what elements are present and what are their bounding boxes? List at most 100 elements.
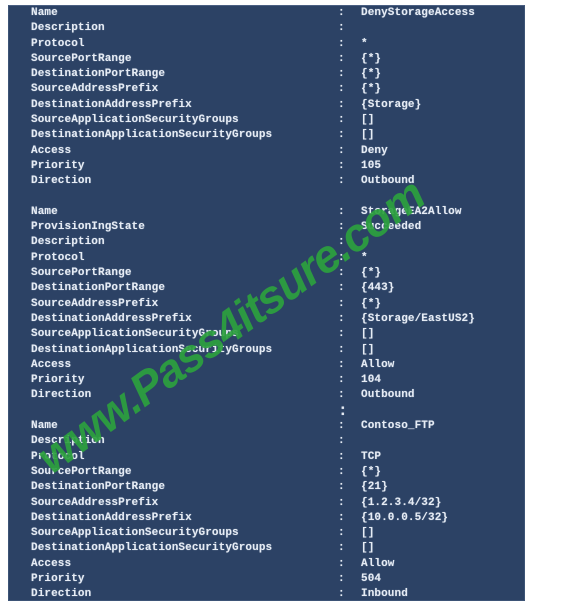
rule-separator-row xyxy=(9,190,524,205)
property-label: Direction xyxy=(31,588,92,601)
property-label: Description xyxy=(31,236,105,249)
separator-colon: : xyxy=(338,205,345,218)
separator-colon: : xyxy=(338,297,345,310)
property-label: DestinationPortRange xyxy=(31,282,166,295)
property-label: Priority xyxy=(31,374,85,387)
separator-colon: : xyxy=(338,114,345,127)
property-row: Access: Deny xyxy=(9,144,524,159)
property-value: {10.0.0.5/32} xyxy=(361,511,449,524)
property-row: Name: DenyStorageAccess xyxy=(9,6,524,21)
property-value: {*} xyxy=(361,83,382,96)
property-row: DestinationAddressPrefix: {10.0.0.5/32} xyxy=(9,511,524,526)
property-row: DestinationAddressPrefix: {Storage} xyxy=(9,98,524,113)
property-label: Access xyxy=(31,358,72,371)
powershell-console-panel[interactable]: Name: DenyStorageAccess Description: Protoc… xyxy=(8,5,525,601)
property-row: DestinationPortRange: {21} xyxy=(9,480,524,495)
separator-colon: : xyxy=(338,68,345,81)
separator-colon: : xyxy=(338,450,345,463)
separator-colon: : xyxy=(338,511,345,524)
separator-colon: : xyxy=(338,221,345,234)
property-value: DenyStorageAccess xyxy=(361,7,475,19)
separator-colon: : xyxy=(338,572,345,585)
property-value: [] xyxy=(361,343,375,356)
separator-colon: : xyxy=(338,358,345,371)
property-value: StorageEA2Allow xyxy=(361,205,462,218)
property-row: Description: xyxy=(9,235,524,250)
separator-colon: : xyxy=(338,420,345,433)
separator-colon: : xyxy=(338,328,345,341)
separator-colon: : xyxy=(338,98,345,111)
property-label: SourceApplicationSecurityGroups xyxy=(31,328,239,341)
property-row: Description: xyxy=(9,434,524,449)
property-value: Allow xyxy=(361,557,395,570)
property-value: 105 xyxy=(361,159,382,172)
property-row: Priority: 104 xyxy=(9,373,524,388)
property-label: Direction xyxy=(31,389,92,402)
property-row: DestinationApplicationSecurityGroups: [] xyxy=(9,128,524,143)
property-row: Name: Contoso_FTP xyxy=(9,419,524,434)
property-value: [] xyxy=(361,114,375,127)
rule-storage-ea2-allow: Name: StorageEA2Allow ProvisionIngState: Su… xyxy=(9,205,524,404)
property-label: Priority xyxy=(31,159,85,172)
property-label: SourceApplicationSecurityGroups xyxy=(31,527,239,540)
property-row: Protocol: * xyxy=(9,37,524,52)
property-label: Access xyxy=(31,557,72,570)
property-label: DestinationAddressPrefix xyxy=(31,98,192,111)
property-value: TCP xyxy=(361,450,382,463)
property-label: Priority xyxy=(31,572,85,585)
property-row: Direction: Outbound xyxy=(9,388,524,403)
property-value: Allow xyxy=(361,358,395,371)
property-row: SourcePortRange: {*} xyxy=(9,266,524,281)
property-value: [] xyxy=(361,542,375,555)
property-value: {Storage} xyxy=(361,98,422,111)
separator-colon: : xyxy=(338,22,345,35)
property-value: Contoso_FTP xyxy=(361,420,435,433)
separator-colon: : xyxy=(338,374,345,387)
property-row: SourcePortRange: {*} xyxy=(9,52,524,67)
separator-colon: : xyxy=(338,144,345,157)
property-label: SourceAddressPrefix xyxy=(31,496,159,509)
property-row: ProvisionIngState: Succeeded xyxy=(9,220,524,235)
property-label: DestinationPortRange xyxy=(31,481,166,494)
property-row: SourceAddressPrefix: {*} xyxy=(9,82,524,97)
property-label: DestinationPortRange xyxy=(31,68,166,81)
separator-colon: : xyxy=(338,312,345,325)
property-label: Name xyxy=(31,420,58,433)
property-label: SourceAddressPrefix xyxy=(31,83,159,96)
property-row: Access: Allow xyxy=(9,557,524,572)
property-row: Priority: 504 xyxy=(9,572,524,587)
separator-colon: : xyxy=(338,129,345,142)
separator-colon: : xyxy=(338,7,345,19)
property-row: SourceApplicationSecurityGroups: [] xyxy=(9,113,524,128)
property-label: Description xyxy=(31,435,105,448)
property-label: Access xyxy=(31,144,72,157)
separator-colon: : xyxy=(338,465,345,478)
separator-colon: : xyxy=(338,496,345,509)
property-label: Protocol xyxy=(31,37,85,50)
property-row: SourceAddressPrefix: {*} xyxy=(9,297,524,312)
property-row: Direction: Inbound xyxy=(9,587,524,601)
separator-colon: : xyxy=(338,435,345,448)
separator-colon: : xyxy=(338,542,345,555)
property-row: Name: StorageEA2Allow xyxy=(9,205,524,220)
property-label: SourcePortRange xyxy=(31,465,132,478)
separator-colon: : xyxy=(338,282,345,295)
property-row: Access: Allow xyxy=(9,358,524,373)
property-row: SourceAddressPrefix: {1.2.3.4/32} xyxy=(9,496,524,511)
property-value: {*} xyxy=(361,267,382,280)
property-row: SourcePortRange: {*} xyxy=(9,465,524,480)
property-value: {*} xyxy=(361,465,382,478)
rule-contoso-ftp: Name: Contoso_FTP Description: Protocol: TCP… xyxy=(9,419,524,601)
property-label: Description xyxy=(31,22,105,35)
separator-colon: : xyxy=(338,481,345,494)
separator-colon: : xyxy=(338,267,345,280)
property-row: DestinationPortRange: {*} xyxy=(9,67,524,82)
separator-colon: : xyxy=(338,37,345,50)
property-row: DestinationPortRange: {443} xyxy=(9,281,524,296)
separator-colon: : xyxy=(338,159,345,172)
separator-colon: : xyxy=(338,557,345,570)
property-value: {443} xyxy=(361,282,395,295)
property-value: [] xyxy=(361,129,375,142)
separator-colon: : xyxy=(338,52,345,65)
property-label: DestinationApplicationSecurityGroups xyxy=(31,343,273,356)
